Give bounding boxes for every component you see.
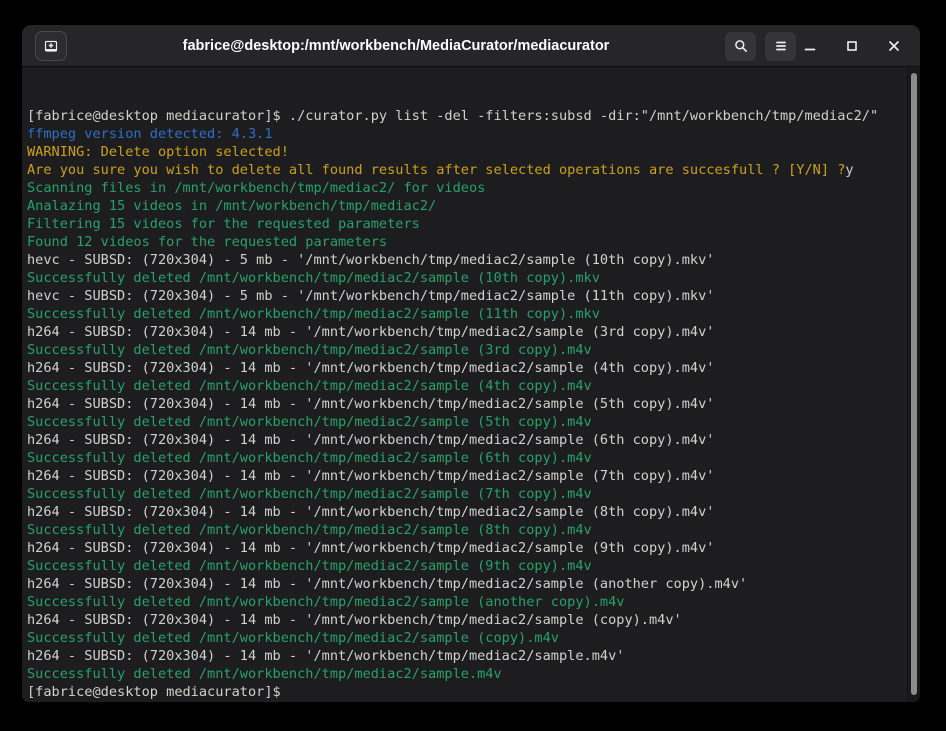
maximize-icon	[844, 38, 860, 54]
terminal-line: h264 - SUBSD: (720x304) - 14 mb - '/mnt/…	[27, 467, 920, 485]
terminal-line: hevc - SUBSD: (720x304) - 5 mb - '/mnt/w…	[27, 251, 920, 269]
terminal-line: Successfully deleted /mnt/workbench/tmp/…	[27, 557, 920, 575]
terminal-line: Successfully deleted /mnt/workbench/tmp/…	[27, 413, 920, 431]
terminal-line: [fabrice@desktop mediacurator]$ ./curato…	[27, 107, 920, 125]
search-button[interactable]	[725, 32, 756, 61]
terminal-viewport[interactable]: [fabrice@desktop mediacurator]$ ./curato…	[22, 68, 920, 702]
terminal-line: Successfully deleted /mnt/workbench/tmp/…	[27, 449, 920, 467]
terminal-line: hevc - SUBSD: (720x304) - 5 mb - '/mnt/w…	[27, 287, 920, 305]
scrollbar-track[interactable]	[907, 68, 920, 702]
terminal-line: h264 - SUBSD: (720x304) - 14 mb - '/mnt/…	[27, 503, 920, 521]
close-button[interactable]	[880, 25, 908, 67]
new-tab-button[interactable]	[35, 31, 67, 61]
terminal-line: Successfully deleted /mnt/workbench/tmp/…	[27, 269, 920, 287]
terminal-line: Successfully deleted /mnt/workbench/tmp/…	[27, 665, 920, 683]
minimize-icon	[802, 38, 818, 54]
terminal-line: h264 - SUBSD: (720x304) - 14 mb - '/mnt/…	[27, 647, 920, 665]
headerbar: fabrice@desktop:/mnt/workbench/MediaCura…	[22, 25, 920, 67]
terminal-line: h264 - SUBSD: (720x304) - 14 mb - '/mnt/…	[27, 323, 920, 341]
header-right-controls	[725, 25, 908, 67]
terminal-line: h264 - SUBSD: (720x304) - 14 mb - '/mnt/…	[27, 611, 920, 629]
terminal-line: Successfully deleted /mnt/workbench/tmp/…	[27, 377, 920, 395]
maximize-button[interactable]	[838, 25, 866, 67]
close-icon	[886, 38, 902, 54]
terminal-line: WARNING: Delete option selected!	[27, 143, 920, 161]
terminal-line: Successfully deleted /mnt/workbench/tmp/…	[27, 629, 920, 647]
minimize-button[interactable]	[796, 25, 824, 67]
terminal-line: Scanning files in /mnt/workbench/tmp/med…	[27, 179, 920, 197]
terminal-line: ffmpeg version detected: 4.3.1	[27, 125, 920, 143]
terminal-line: Successfully deleted /mnt/workbench/tmp/…	[27, 521, 920, 539]
terminal-line: Analazing 15 videos in /mnt/workbench/tm…	[27, 197, 920, 215]
new-tab-icon	[43, 38, 59, 54]
terminal-line: Successfully deleted /mnt/workbench/tmp/…	[27, 593, 920, 611]
scrollbar-thumb[interactable]	[911, 73, 917, 695]
terminal-line: h264 - SUBSD: (720x304) - 14 mb - '/mnt/…	[27, 395, 920, 413]
terminal-line: [fabrice@desktop mediacurator]$	[27, 683, 920, 701]
window-title: fabrice@desktop:/mnt/workbench/MediaCura…	[102, 25, 690, 67]
menu-icon	[773, 38, 789, 54]
terminal-line: h264 - SUBSD: (720x304) - 14 mb - '/mnt/…	[27, 539, 920, 557]
terminal-window: fabrice@desktop:/mnt/workbench/MediaCura…	[22, 25, 920, 702]
search-icon	[733, 38, 749, 54]
terminal-line: Successfully deleted /mnt/workbench/tmp/…	[27, 341, 920, 359]
terminal-line: Filtering 15 videos for the requested pa…	[27, 215, 920, 233]
terminal-output: [fabrice@desktop mediacurator]$ ./curato…	[27, 107, 920, 701]
terminal-line: h264 - SUBSD: (720x304) - 14 mb - '/mnt/…	[27, 431, 920, 449]
terminal-line: Successfully deleted /mnt/workbench/tmp/…	[27, 485, 920, 503]
terminal-line: Successfully deleted /mnt/workbench/tmp/…	[27, 305, 920, 323]
menu-button[interactable]	[765, 32, 796, 61]
terminal-line: h264 - SUBSD: (720x304) - 14 mb - '/mnt/…	[27, 575, 920, 593]
terminal-line: Found 12 videos for the requested parame…	[27, 233, 920, 251]
terminal-line: h264 - SUBSD: (720x304) - 14 mb - '/mnt/…	[27, 359, 920, 377]
terminal-line: Are you sure you wish to delete all foun…	[27, 161, 920, 179]
